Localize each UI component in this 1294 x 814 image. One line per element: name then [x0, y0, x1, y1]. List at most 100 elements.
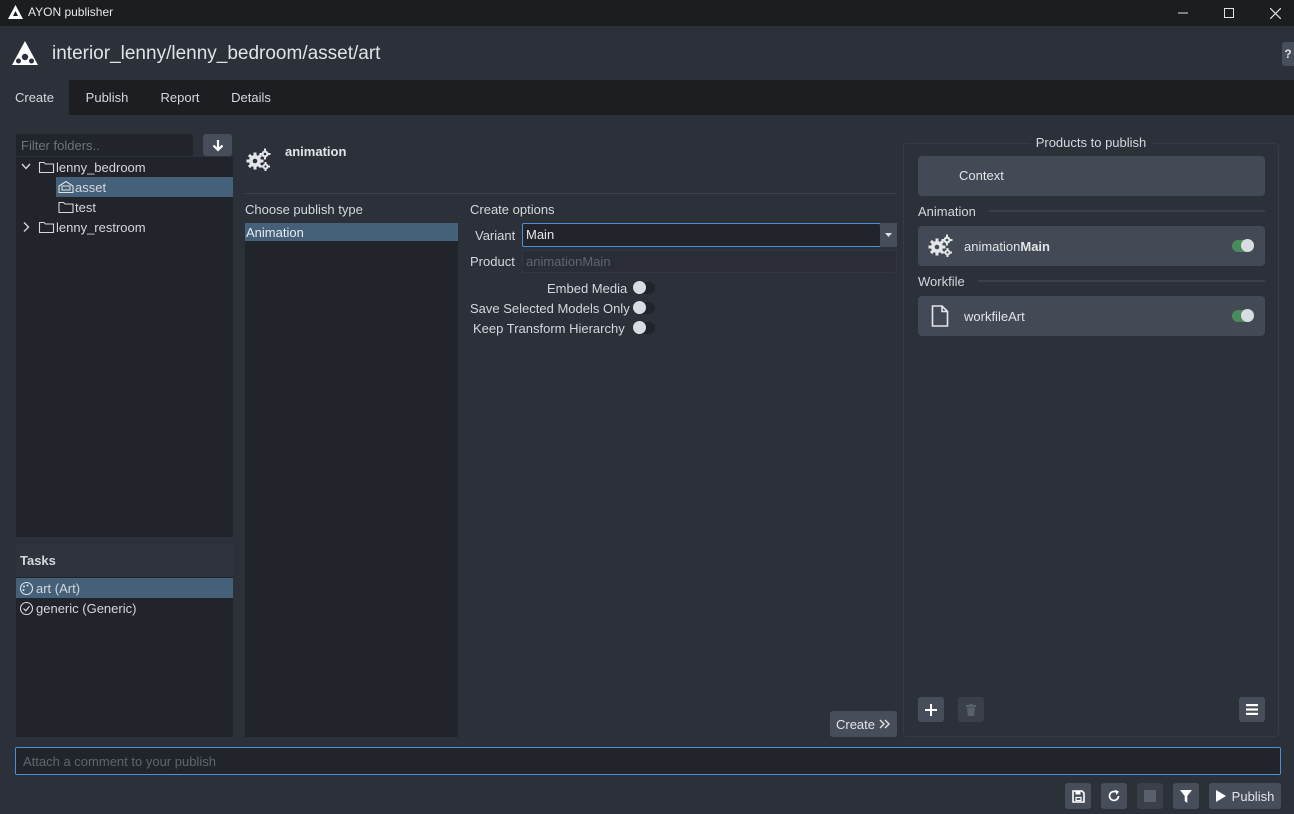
save-icon: [1071, 789, 1085, 803]
folder-icon: [38, 161, 55, 174]
caret-down-icon: [885, 233, 892, 237]
chevron-down-icon[interactable]: [16, 157, 38, 177]
close-button[interactable]: [1252, 0, 1294, 26]
keep-transform-hierarchy-label: Keep Transform Hierarchy: [473, 321, 625, 336]
create-button-label: Create: [835, 716, 876, 732]
instance-card-animation-main[interactable]: animationMain: [918, 226, 1265, 266]
group-label-animation: Animation: [918, 204, 976, 219]
folder-label: lenny_restroom: [56, 219, 146, 235]
instance-name-prefix: animation: [964, 239, 1021, 254]
folder-filter-button[interactable]: [203, 134, 232, 156]
menu-icon: [1246, 704, 1258, 715]
help-button[interactable]: ?: [1282, 42, 1294, 66]
add-product-button[interactable]: [918, 697, 944, 722]
publish-type-label: Choose publish type: [245, 202, 363, 217]
chevron-right-icon[interactable]: [16, 217, 38, 237]
tab-publish[interactable]: Publish: [69, 80, 145, 115]
variant-dropdown-button[interactable]: [880, 223, 897, 247]
ayon-logo-icon: [8, 5, 23, 19]
publish-type-item-animation[interactable]: Animation: [245, 223, 458, 241]
products-title-text: Products to publish: [1029, 135, 1153, 150]
minimize-icon: [1178, 12, 1188, 14]
tab-details[interactable]: Details: [215, 80, 287, 115]
context-card[interactable]: Context: [918, 156, 1265, 196]
task-item-art[interactable]: art (Art): [16, 578, 233, 598]
embed-media-toggle[interactable]: [633, 281, 655, 294]
window-title: AYON publisher: [28, 5, 114, 19]
variant-input[interactable]: Main: [522, 223, 881, 247]
maximize-icon: [1224, 8, 1234, 18]
gears-icon: [246, 148, 271, 171]
trash-icon: [966, 703, 976, 716]
tab-bar: Create Publish Report Details: [0, 80, 1294, 115]
filter-icon: [1180, 789, 1192, 803]
keep-transform-hierarchy-toggle[interactable]: [633, 321, 655, 334]
save-selected-models-label: Save Selected Models Only: [470, 301, 630, 316]
tab-report[interactable]: Report: [145, 80, 215, 115]
create-options-label: Create options: [470, 202, 555, 217]
instance-name: workfileArt: [964, 309, 1025, 324]
context-header: interior_lenny/lenny_bedroom/asset/art ?: [0, 26, 1294, 80]
publish-type-list: Animation: [245, 223, 458, 737]
product-label: Product: [470, 254, 515, 269]
plus-icon: [925, 703, 937, 716]
delete-product-button[interactable]: [958, 697, 984, 722]
tasks-heading: Tasks: [16, 544, 233, 577]
folder-item-lenny-bedroom[interactable]: lenny_bedroom: [16, 157, 233, 177]
validate-button[interactable]: [1173, 783, 1199, 809]
arrow-down-icon: [212, 139, 223, 152]
task-label: art (Art): [36, 580, 81, 596]
create-button[interactable]: Create: [830, 711, 897, 737]
toggle-knob: [1241, 239, 1254, 252]
refresh-icon: [1108, 789, 1120, 802]
reset-button[interactable]: [1101, 783, 1127, 809]
instance-active-toggle[interactable]: [1232, 309, 1254, 322]
save-selected-models-toggle[interactable]: [633, 301, 655, 314]
products-menu-button[interactable]: [1239, 697, 1265, 722]
context-path: interior_lenny/lenny_bedroom/asset/art: [52, 43, 381, 64]
check-circle-icon: [19, 601, 34, 615]
publish-button[interactable]: Publish: [1209, 783, 1281, 809]
folder-icon: [58, 201, 74, 214]
folder-tree: lenny_bedroom asset test lenny_restroom: [16, 157, 233, 537]
publish-comment-input[interactable]: [15, 747, 1281, 775]
products-title: Products to publish: [903, 135, 1279, 150]
save-button[interactable]: [1065, 783, 1091, 809]
stop-icon: [1144, 790, 1156, 802]
window-title-bar: AYON publisher: [0, 0, 1294, 26]
publish-button-label: Publish: [1231, 788, 1275, 804]
toggle-knob: [1241, 309, 1254, 322]
group-divider: [978, 280, 1265, 282]
palette-icon: [19, 581, 34, 595]
folder-label: asset: [75, 179, 107, 195]
toggle-knob: [633, 301, 646, 314]
maximize-button[interactable]: [1206, 0, 1252, 26]
folder-item-lenny-restroom[interactable]: lenny_restroom: [16, 217, 233, 237]
gears-icon: [928, 234, 953, 257]
instance-active-toggle[interactable]: [1232, 239, 1254, 252]
minimize-button[interactable]: [1160, 0, 1206, 26]
close-icon: [1269, 7, 1281, 19]
folder-item-asset[interactable]: asset: [56, 177, 233, 197]
folder-label: lenny_bedroom: [56, 159, 146, 175]
creator-name: animation: [285, 144, 347, 159]
group-divider: [989, 210, 1265, 212]
product-name-field: animationMain: [522, 250, 897, 273]
file-icon: [931, 305, 949, 327]
stop-button[interactable]: [1137, 783, 1163, 809]
embed-media-label: Embed Media: [547, 281, 628, 296]
ayon-logo-icon: [12, 41, 38, 65]
task-label: generic (Generic): [36, 600, 137, 616]
variant-label: Variant: [475, 228, 516, 243]
instance-card-workfile-art[interactable]: workfileArt: [918, 296, 1265, 336]
divider: [245, 193, 897, 194]
task-item-generic[interactable]: generic (Generic): [16, 598, 233, 618]
folder-icon: [38, 221, 55, 234]
tab-create[interactable]: Create: [0, 80, 69, 115]
folder-item-test[interactable]: test: [56, 197, 233, 217]
folder-filter-input[interactable]: [16, 134, 193, 156]
toggle-knob: [633, 281, 646, 294]
group-label-workfile: Workfile: [918, 274, 965, 289]
asset-icon: [58, 180, 74, 194]
toggle-knob: [633, 321, 646, 334]
